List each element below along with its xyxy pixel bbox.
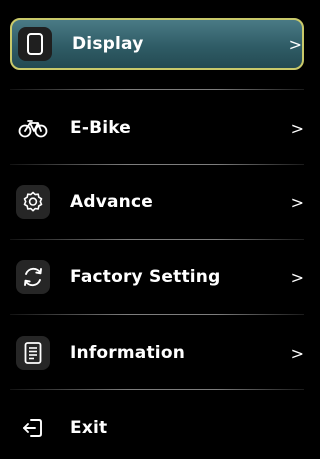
divider <box>10 389 304 390</box>
menu-item-display[interactable]: Display > <box>10 18 304 70</box>
menu-item-label: Factory Setting <box>70 267 221 287</box>
chevron-right-icon: > <box>290 192 304 212</box>
menu-item-e-bike[interactable]: E-Bike > <box>10 102 304 154</box>
exit-icon <box>16 411 50 445</box>
display-icon <box>18 27 52 61</box>
menu-item-label: Display <box>72 34 144 54</box>
divider <box>10 164 304 165</box>
chevron-right-icon: > <box>290 118 304 138</box>
settings-menu: Display > E-Bike > Advance > Factory Set… <box>0 0 304 459</box>
menu-item-label: E-Bike <box>70 118 132 138</box>
bicycle-icon <box>16 111 50 145</box>
divider <box>10 89 304 90</box>
chevron-right-icon: > <box>290 343 304 363</box>
chevron-right-icon: > <box>288 34 302 54</box>
chevron-right-icon: > <box>290 267 304 287</box>
menu-item-exit[interactable]: Exit <box>10 402 304 454</box>
gear-icon <box>16 185 50 219</box>
menu-item-label: Exit <box>70 418 108 438</box>
divider <box>10 239 304 240</box>
menu-item-information[interactable]: Information > <box>10 327 304 379</box>
menu-item-factory-setting[interactable]: Factory Setting > <box>10 251 304 303</box>
menu-item-advance[interactable]: Advance > <box>10 176 304 228</box>
divider <box>10 314 304 315</box>
document-icon <box>16 336 50 370</box>
menu-item-label: Information <box>70 343 186 363</box>
menu-item-label: Advance <box>70 192 153 212</box>
reset-icon <box>16 260 50 294</box>
